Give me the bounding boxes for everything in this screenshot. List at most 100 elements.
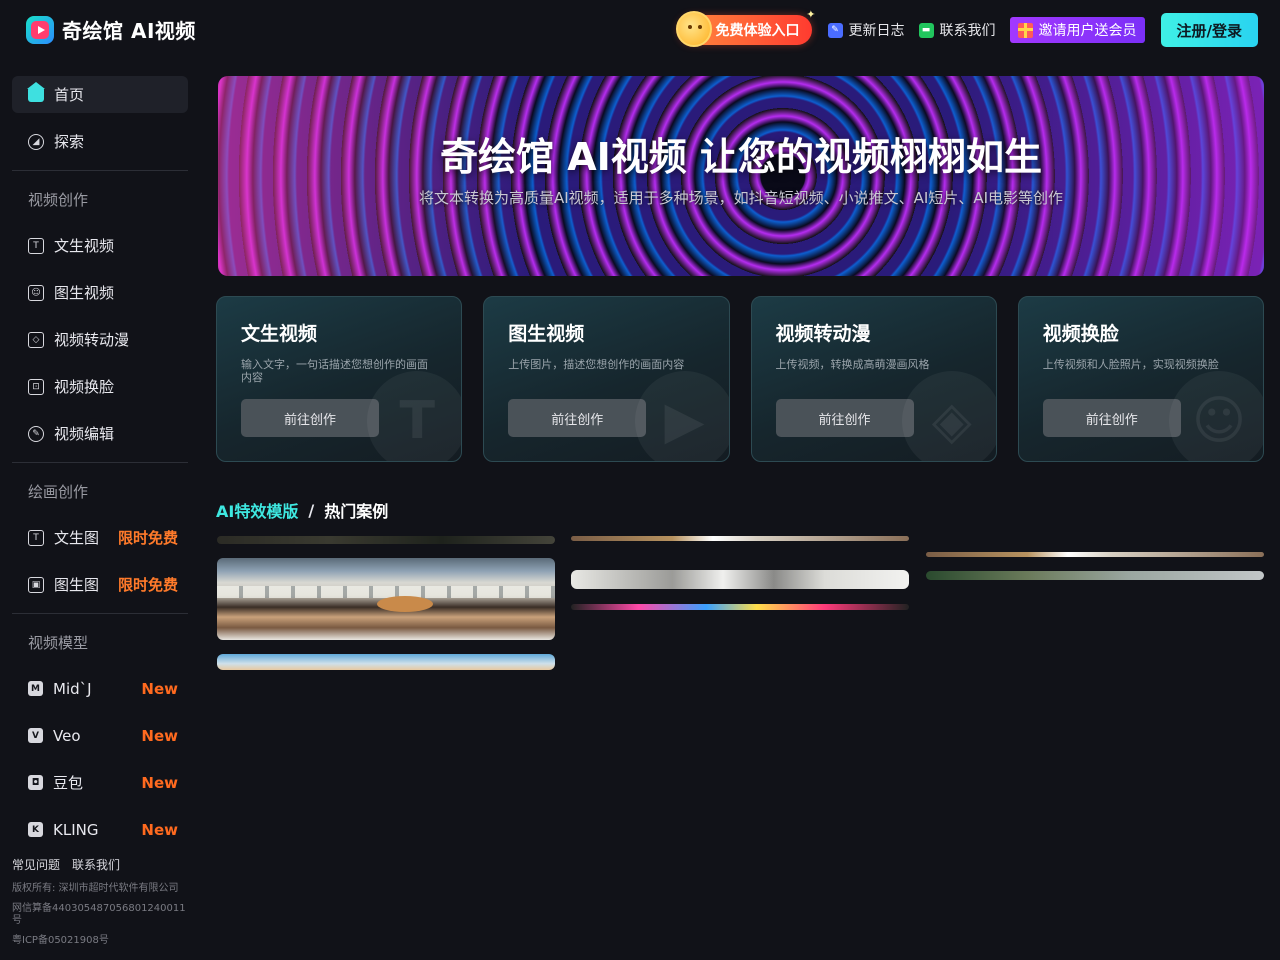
gift-icon (1017, 22, 1033, 38)
compass-icon: ◢ (28, 133, 44, 150)
sidebar-item-model-midj[interactable]: M Mid`J New (12, 670, 188, 707)
footer-links: 常见问题 联系我们 (12, 856, 190, 873)
gallery-column (217, 536, 555, 684)
image-image-icon: ▣ (28, 576, 44, 593)
sidebar-item-home[interactable]: 首页 (12, 76, 188, 113)
sidebar-item-label: 视频换脸 (54, 378, 115, 396)
sidebar-item-label: 豆包 (53, 774, 84, 792)
face-scan-icon: ⊡ (28, 378, 44, 395)
gallery-thumb[interactable] (571, 536, 909, 541)
gallery-thumb[interactable] (926, 571, 1264, 580)
go-create-button[interactable]: 前往创作 (775, 399, 914, 437)
contact-link[interactable]: ▬ 联系我们 (918, 20, 996, 40)
faq-link[interactable]: 常见问题 (12, 856, 60, 873)
sidebar-item-label: 首页 (54, 86, 85, 104)
kling-logo-icon: K (28, 822, 43, 837)
free-trial-button[interactable]: 免费体验入口 ✦ (675, 8, 816, 47)
sidebar-scroll[interactable]: 首页 ◢ 探索 视频创作 T 文生视频 ☺ 图生视频 ◇ 视频转动漫 ⊡ 视频换… (12, 76, 188, 846)
new-badge: New (141, 726, 178, 745)
sidebar-divider (12, 613, 188, 614)
image-icon: ☺ (28, 284, 44, 301)
tab-hot-cases[interactable]: 热门案例 (324, 498, 388, 522)
text-t-deco-icon: T (367, 371, 462, 461)
sidebar-item-model-kling[interactable]: K KLING New (12, 811, 188, 846)
login-button[interactable]: 注册/登录 (1160, 13, 1258, 47)
gallery-thumb[interactable] (571, 570, 909, 589)
sidebar-item-label: Mid`J (53, 679, 92, 698)
sidebar-item-label: Veo (53, 726, 81, 745)
sidebar-item-image-to-image[interactable]: ▣ 图生图 限时免费 (12, 566, 188, 603)
sidebar-footer: 常见问题 联系我们 版权所有: 深圳市超时代软件有限公司 网信算备4403054… (12, 856, 190, 955)
sidebar: 首页 ◢ 探索 视频创作 T 文生视频 ☺ 图生视频 ◇ 视频转动漫 ⊡ 视频换… (12, 76, 188, 846)
go-create-button[interactable]: 前往创作 (241, 399, 379, 437)
sidebar-item-label: 图生图 (54, 576, 100, 594)
free-badge: 限时免费 (117, 529, 178, 547)
new-badge: New (141, 820, 178, 839)
anime-icon: ◇ (28, 331, 44, 348)
home-icon (27, 81, 45, 102)
card-video-to-anime[interactable]: 视频转动漫 上传视频，转换成高萌漫画风格 前往创作 ◈ (750, 296, 997, 462)
gallery-thumb[interactable] (926, 552, 1264, 557)
text-image-icon: T (28, 529, 44, 546)
sidebar-item-label: 视频编辑 (54, 425, 115, 443)
free-trial-label: 免费体验入口 (715, 23, 800, 39)
play-image-deco-icon: ▶ (634, 371, 729, 461)
chat-icon: ▬ (918, 22, 934, 38)
sidebar-item-label: 文生视频 (54, 237, 115, 255)
sidebar-item-label: KLING (53, 820, 99, 839)
sidebar-item-model-doubao[interactable]: ◘ 豆包 New (12, 764, 188, 801)
midj-logo-icon: M (28, 681, 43, 696)
sidebar-item-label: 视频转动漫 (54, 331, 130, 349)
header-nav: 免费体验入口 ✦ ✎ 更新日志 ▬ 联系我们 邀请用户送会员 注册/登录 (675, 8, 1258, 47)
gallery-thumb[interactable] (217, 536, 555, 544)
tab-ai-effects[interactable]: AI特效模版 (216, 498, 298, 522)
invite-button[interactable]: 邀请用户送会员 (1009, 17, 1145, 43)
sidebar-item-video-edit[interactable]: ✎ 视频编辑 (12, 415, 188, 452)
gallery-thumb[interactable] (571, 604, 909, 610)
copyright-text: 版权所有: 深圳市超时代软件有限公司 (12, 883, 179, 894)
go-create-button[interactable]: 前往创作 (1042, 399, 1181, 437)
sidebar-item-model-veo[interactable]: V Veo New (12, 717, 188, 754)
sidebar-item-video-to-anime[interactable]: ◇ 视频转动漫 (12, 321, 188, 358)
veo-logo-icon: V (28, 728, 43, 743)
changelog-label: 更新日志 (848, 23, 905, 39)
changelog-link[interactable]: ✎ 更新日志 (827, 20, 905, 40)
sidebar-item-text-to-image[interactable]: T 文生图 限时免费 (12, 519, 188, 556)
gallery-column (926, 536, 1264, 594)
new-badge: New (141, 773, 178, 792)
card-image-to-video[interactable]: 图生视频 上传图片，描述您想创作的画面内容 前往创作 ▶ (483, 296, 730, 462)
sidebar-item-label: 图生视频 (54, 284, 115, 302)
card-title: 文生视频 (241, 323, 318, 345)
sidebar-item-face-swap[interactable]: ⊡ 视频换脸 (12, 368, 188, 405)
free-badge: 限时免费 (117, 576, 178, 594)
sidebar-item-explore[interactable]: ◢ 探索 (12, 123, 188, 160)
gallery-thumb[interactable] (217, 558, 555, 640)
card-text-to-video[interactable]: 文生视频 输入文字，一句话描述您想创作的画面内容 前往创作 T (216, 296, 463, 462)
gallery-thumb[interactable] (217, 654, 555, 670)
edit-pen-icon: ✎ (28, 425, 44, 442)
banner-subtitle: 将文本转换为高质量AI视频，适用于多种场景，如抖音短视频、小说推文、AI短片、A… (418, 189, 1064, 207)
netcredit-text: 网信算备440305487056801240011号 (12, 903, 186, 926)
sparkle-icon: ✦ (806, 8, 816, 21)
contact-label: 联系我们 (939, 23, 996, 39)
logo[interactable]: 奇绘馆 AI视频 (26, 15, 196, 44)
smiley-mascot-icon (675, 11, 712, 47)
feature-cards: 文生视频 输入文字，一句话描述您想创作的画面内容 前往创作 T 图生视频 上传图… (216, 296, 1264, 462)
card-title: 视频转动漫 (775, 323, 871, 345)
tab-separator: / (308, 500, 315, 520)
doubao-logo-icon: ◘ (28, 775, 43, 790)
top-header: 奇绘馆 AI视频 免费体验入口 ✦ ✎ 更新日志 ▬ 联系我们 邀请用户送会员 … (0, 0, 1280, 60)
go-create-button[interactable]: 前往创作 (508, 399, 647, 437)
text-t-icon: T (28, 237, 44, 254)
sidebar-item-text-to-video[interactable]: T 文生视频 (12, 227, 188, 264)
footer-contact-link[interactable]: 联系我们 (72, 856, 120, 873)
sidebar-item-image-to-video[interactable]: ☺ 图生视频 (12, 274, 188, 311)
card-face-swap[interactable]: 视频换脸 上传视频和人脸照片，实现视频换脸 前往创作 ☺ (1017, 296, 1264, 462)
new-badge: New (141, 679, 178, 698)
sidebar-heading-paint: 绘画创作 (28, 483, 89, 501)
sidebar-item-label: 文生图 (54, 529, 100, 547)
card-title: 图生视频 (508, 323, 585, 345)
sidebar-divider (12, 462, 188, 463)
logo-text: 奇绘馆 AI视频 (62, 19, 196, 43)
gallery-column (571, 536, 909, 624)
